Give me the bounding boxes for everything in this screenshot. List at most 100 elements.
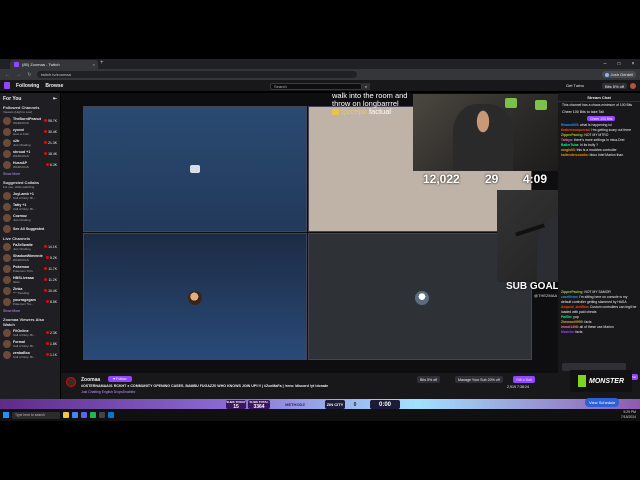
collapse-sidebar-icon[interactable]: ⇤ [53,96,57,102]
profile-button[interactable]: Josh Gerdell [601,71,636,78]
sidebar-channel-item[interactable]: shroud +1 WARCOGS 18.4K [0,148,60,159]
tab-close-icon[interactable]: × [93,62,95,67]
sidebar-channel-item[interactable]: x2tr Just Chatting 21.3K [0,137,60,148]
streamer-avatar[interactable] [66,377,76,387]
file-explorer-icon[interactable] [63,412,69,418]
sidebar-channel-item[interactable]: Cozmoz Just Chatting [0,212,60,223]
manage-sub-button[interactable]: Manage Your Sub 20% off [455,376,503,383]
nav-following[interactable]: Following [16,83,39,89]
channel-text: shroud +1 WARCOGS [13,150,42,158]
address-bar[interactable]: twitch.tv/zoomaa [37,71,357,78]
sidebar-channel-item[interactable]: Pokemon Pokemon TCG 11.7K [0,263,60,274]
chat-username[interactable]: Mazinlo [561,330,573,334]
channel-text: See All Suggested [13,227,57,231]
chat-username[interactable]: Zimmani9999 [561,320,583,324]
chat-messages: ZipperPacing: NOT MY SAMOR cazelthem: I'm… [561,290,637,335]
sidebar-channel-item[interactable]: Formal Call of Duty: Bl... 1.8K [0,338,60,349]
sidebar-channel-item[interactable]: FitOnline Call of Duty: Bl... 2.3K [0,327,60,338]
minimize-button[interactable]: – [598,59,612,69]
taskbar-search-input[interactable]: Type here to search [12,411,60,419]
user-avatar[interactable] [630,83,636,89]
live-list: FaZeSwaite Just Chatting 14.1K ShadowWimmni… [0,241,60,307]
channel-avatar [3,149,11,158]
browser-tab[interactable]: (85) Zoomaa - Twitch × [10,60,98,69]
address-url: twitch.tv/zoomaa [41,72,71,77]
bits-button[interactable]: Bits 5% off [602,83,628,89]
follow-button[interactable]: ♥ Follow [108,376,132,382]
chat-username[interactable]: Imnot1498 [561,325,578,329]
discord-icon[interactable] [81,412,87,418]
channel-viewers: 11.2K [44,278,57,282]
channel-category: Call of Duty: Bl... [13,343,36,348]
taskbar-clock[interactable]: 9:29 PM 7/15/2024 [621,410,636,419]
sidebar-channel-item[interactable]: ShadowWimmnie WARCOGS 5.2K [0,252,60,263]
sidebar-channel-item[interactable]: yourragegam Pokemon Tra... 8.5K [0,296,60,307]
viewer-count: 1.1K [50,352,57,357]
cheer-button[interactable]: Cheer 100 Bits [587,116,616,121]
maximize-button[interactable]: □ [612,59,626,69]
search-button[interactable]: ⌕ [362,83,370,90]
chat-username[interactable]: thabensonquerad [561,128,589,132]
zin-timer: 0:00 [370,400,400,409]
new-tab-button[interactable]: + [100,60,104,66]
sidebar-channel-item[interactable]: JoyLamb +1 Call of Duty: Bl... [0,190,60,201]
sidebar-channel-item[interactable]: Zinka *** Trending 10.4K [0,285,60,296]
channel-category: Call of Duty: Bl... [13,206,36,211]
bits-off-button[interactable]: Bits 5% off [417,376,441,383]
stream-title: #OSTERNAMAA01 RCKHT x COMMUNITY OPENING … [81,384,329,388]
chat-text: yup [573,315,579,319]
chat-username[interactable]: PaiSin [561,315,571,319]
chat-username[interactable]: nmgls03 [561,148,575,152]
back-arrow-icon[interactable]: ← [4,72,11,78]
chat-username[interactable]: Ampool_simBoo [561,305,588,309]
chat-username[interactable]: Riwarolt05 [561,123,578,127]
sidebar-channel-item[interactable]: HusnAP WARCOGS 6.3K [0,159,60,170]
channel-category: WARCOGS [13,153,29,158]
chat-username[interactable]: ZipperPacing [561,133,582,137]
show-more-link[interactable]: Show More [0,170,60,178]
cheer-suffix: Bits to take Tali [579,110,604,114]
close-window-button[interactable]: × [626,59,640,69]
sidebar-channel-item[interactable]: FaZeSwaite Just Chatting 14.1K [0,241,60,252]
chrome-icon[interactable] [72,412,78,418]
get-turbo-button[interactable]: Get Turbo [566,83,584,88]
obs-icon[interactable] [99,412,105,418]
subs-today-box: SUBS TODAY 15 [226,400,246,410]
stream-category[interactable]: Just Chatting English DropsEnabled [81,390,135,394]
sidebar-channel-item[interactable]: zyoxxi How to Fish 30.4K [0,126,60,137]
twitch-favicon-icon [14,62,19,67]
chat-username[interactable]: ZipperPacing [561,290,582,294]
chat-username[interactable]: Tarbyo [561,138,572,142]
turbo-label: Get Turbo [566,83,584,88]
channel-avatar [3,253,11,262]
channel-text: zenbaBxo Call of Duty: Bl... [13,351,44,359]
gift-sub-button[interactable]: Gift a Sub [513,376,535,383]
show-more-live-link[interactable]: Show More [0,307,60,315]
forward-arrow-icon[interactable]: → [15,72,22,78]
sidebar-channel-item[interactable]: TheBurntPeanut WARCOGS 98.7K [0,115,60,126]
channel-avatar [3,127,11,136]
sidebar-channel-item[interactable]: See All Suggested [0,223,60,234]
search-input[interactable]: Search [270,83,362,90]
nav-browse[interactable]: Browse [45,83,63,89]
sidebar-channel-item[interactable]: HBSLiveaaa Slots 11.2K [0,274,60,285]
app-icon[interactable] [108,412,114,418]
streamer-name[interactable]: Zoomaa [81,377,100,383]
sidebar-channel-item[interactable]: zenbaBxo Call of Duty: Bl... 1.1K [0,349,60,360]
chat-username[interactable]: BallerTuba [561,143,578,147]
chat-username[interactable]: cazelthem [561,295,577,299]
spotify-icon[interactable] [90,412,96,418]
reload-icon[interactable]: ↻ [26,72,33,78]
live-dot-icon [44,141,48,144]
monster-energy-logo: MONSTER [570,370,632,392]
chat-message: Mazinlo: facts [561,330,637,335]
channel-category: Just Chatting [13,217,31,222]
viewer-count: 5.2K [50,255,57,260]
sidebar-channel-item[interactable]: Tatty +1 Call of Duty: Bl... [0,201,60,212]
tray-time: 9:29 PM [623,410,636,414]
twitch-logo-icon[interactable] [4,82,10,89]
windows-start-icon[interactable] [3,412,9,418]
channel-text: zyoxxi How to Fish [13,128,42,136]
view-schedule-button[interactable]: View Schedule [585,398,620,407]
chat-username[interactable]: kallendercoonks [561,153,588,157]
